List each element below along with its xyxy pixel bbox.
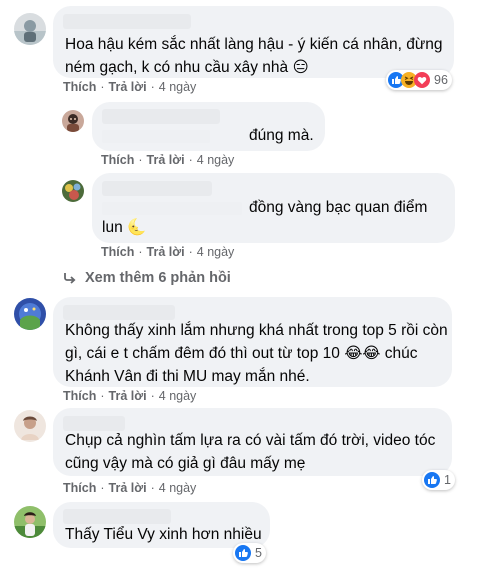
reply-text-line: lun 🌜 xyxy=(102,219,147,236)
like-link[interactable]: Thích xyxy=(63,389,96,403)
comment-text: Không thấy xinh lắm nhưng khá nhất trong… xyxy=(65,322,448,385)
reply-link[interactable]: Trả lời xyxy=(147,245,185,259)
author-name-redacted[interactable] xyxy=(102,181,212,196)
reaction-count: 1 xyxy=(444,473,451,487)
author-name-redacted[interactable] xyxy=(63,305,175,320)
comment-bubble: Chụp cả nghìn tấm lựa ra có vài tấm đó t… xyxy=(53,408,452,476)
reply-link[interactable]: Trả lời xyxy=(147,153,185,167)
comment-actions: Thích · Trả lời · 4 ngày xyxy=(63,80,197,94)
reply-bubble: đồng vàng bạc quan điểm lun 🌜 xyxy=(92,173,455,243)
timestamp[interactable]: 4 ngày xyxy=(159,481,197,495)
reply-actions: Thích · Trả lời · 4 ngày xyxy=(101,153,235,167)
reply-bubble: đúng mà. xyxy=(92,102,325,151)
comment-actions: Thích · Trả lời · 4 ngày xyxy=(63,389,197,403)
view-more-replies-label: Xem thêm 6 phản hồi xyxy=(85,270,231,286)
avatar[interactable] xyxy=(62,180,84,202)
comment-bubble: Hoa hậu kém sắc nhất làng hậu - ý kiến c… xyxy=(53,6,454,78)
like-link[interactable]: Thích xyxy=(101,153,134,167)
comment-actions: Thích · Trả lời · 4 ngày xyxy=(63,481,197,495)
love-icon xyxy=(414,72,430,88)
reply-link[interactable]: Trả lời xyxy=(109,80,147,94)
like-link[interactable]: Thích xyxy=(63,80,96,94)
like-icon xyxy=(424,472,440,488)
reply-link[interactable]: Trả lời xyxy=(109,389,147,403)
comment-text: Chụp cả nghìn tấm lựa ra có vài tấm đó t… xyxy=(65,432,436,472)
reply-link[interactable]: Trả lời xyxy=(109,481,147,495)
view-more-replies-button[interactable]: Xem thêm 6 phản hồi xyxy=(63,270,231,286)
avatar[interactable] xyxy=(14,13,46,45)
author-name-redacted[interactable] xyxy=(63,509,171,524)
timestamp[interactable]: 4 ngày xyxy=(197,245,235,259)
reaction-summary[interactable]: 96 xyxy=(386,70,452,90)
reaction-summary[interactable]: 5 xyxy=(233,543,266,563)
avatar[interactable] xyxy=(14,410,46,442)
redacted-text xyxy=(102,130,210,143)
reaction-count: 5 xyxy=(255,546,262,560)
like-link[interactable]: Thích xyxy=(63,481,96,495)
timestamp[interactable]: 4 ngày xyxy=(159,80,197,94)
author-name-redacted[interactable] xyxy=(63,14,191,29)
reply-actions: Thích · Trả lời · 4 ngày xyxy=(101,245,235,259)
author-name-redacted[interactable] xyxy=(102,109,220,124)
reaction-count: 96 xyxy=(434,73,448,87)
like-link[interactable]: Thích xyxy=(101,245,134,259)
comment-bubble: Không thấy xinh lắm nhưng khá nhất trong… xyxy=(53,297,452,387)
reply-text: đúng mà. xyxy=(249,127,314,144)
avatar[interactable] xyxy=(62,110,84,132)
redacted-text xyxy=(102,202,242,215)
reaction-summary[interactable]: 1 xyxy=(422,470,455,490)
timestamp[interactable]: 4 ngày xyxy=(197,153,235,167)
avatar[interactable] xyxy=(14,506,46,538)
timestamp[interactable]: 4 ngày xyxy=(159,389,197,403)
reply-arrow-icon xyxy=(64,273,76,284)
comment-bubble: Thấy Tiểu Vy xinh hơn nhiều xyxy=(53,502,270,548)
like-icon xyxy=(235,545,251,561)
reply-text-line: đồng vàng bạc quan điểm xyxy=(249,199,428,216)
avatar[interactable] xyxy=(14,298,46,330)
comment-text: Thấy Tiểu Vy xinh hơn nhiều xyxy=(65,526,262,543)
